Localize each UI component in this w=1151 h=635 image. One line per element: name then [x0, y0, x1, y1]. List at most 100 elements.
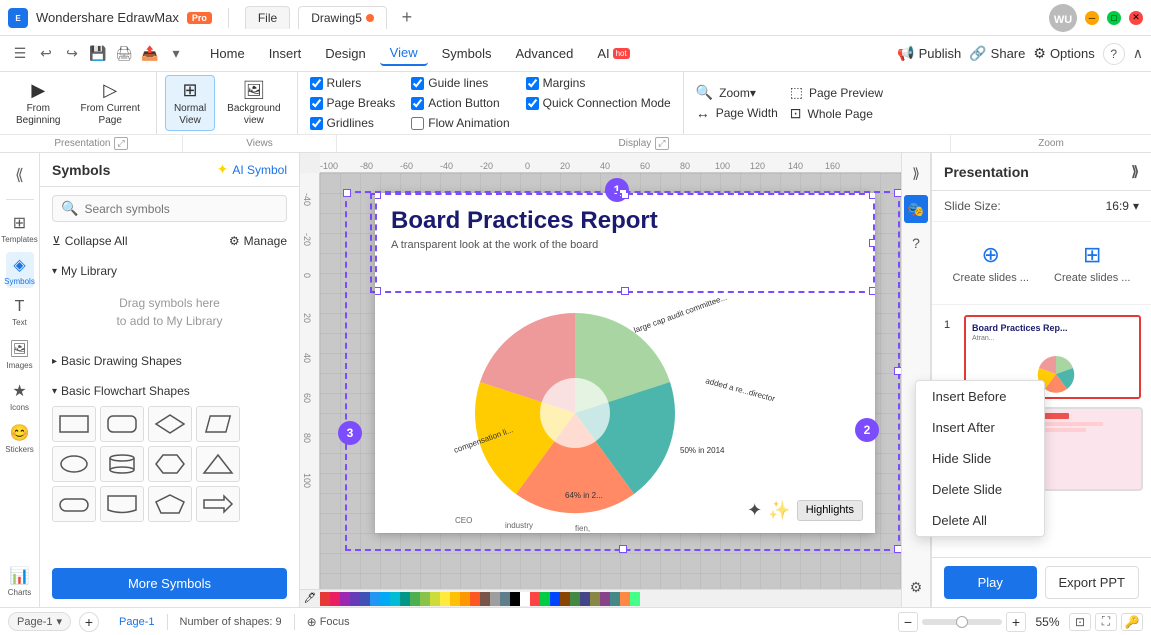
key-icon-btn[interactable]: 🔑 [1121, 613, 1143, 631]
color-swatch[interactable] [550, 592, 560, 606]
color-swatch[interactable] [500, 592, 510, 606]
color-swatch[interactable] [470, 592, 480, 606]
page-preview-btn[interactable]: ⬚ Page Preview [790, 84, 883, 101]
current-page-tab[interactable]: Page-1 [119, 616, 154, 628]
more-btn[interactable]: ▾ [164, 42, 188, 66]
fullscreen-btn[interactable]: ⛶ [1095, 613, 1117, 631]
color-swatch[interactable] [430, 592, 440, 606]
color-swatch[interactable] [630, 592, 640, 606]
question-btn[interactable]: ? [904, 229, 928, 257]
shape-diamond[interactable] [148, 406, 192, 442]
shape-arrow-right[interactable] [196, 486, 240, 522]
flow-animation-checkbox[interactable]: Flow Animation [411, 116, 509, 130]
color-swatch[interactable] [370, 592, 380, 606]
zoom-minus-btn[interactable]: − [898, 612, 918, 632]
color-swatch[interactable] [420, 592, 430, 606]
drawing-tab[interactable]: Drawing5 [298, 6, 387, 29]
color-swatch[interactable] [460, 592, 470, 606]
export-ppt-btn[interactable]: Export PPT [1045, 566, 1140, 599]
page-breaks-checkbox[interactable]: Page Breaks [310, 96, 396, 110]
print-btn[interactable]: 🖨 [112, 42, 136, 66]
margins-input[interactable] [526, 77, 539, 90]
display-expand[interactable]: ⤢ [655, 137, 668, 150]
shape-doc[interactable] [100, 486, 144, 522]
collapse-sidebar-btn[interactable]: ⟪ [6, 161, 34, 189]
menu-ai[interactable]: AI hot [587, 42, 639, 65]
color-swatch[interactable] [450, 592, 460, 606]
context-insert-after[interactable]: Insert After [932, 412, 1044, 443]
color-swatch[interactable] [410, 592, 420, 606]
shape-rounded-rect[interactable] [100, 406, 144, 442]
color-swatch[interactable] [480, 592, 490, 606]
ai-symbol-btn[interactable]: ✦ AI Symbol [217, 161, 287, 178]
redo-btn[interactable]: ↪ [60, 42, 84, 66]
menu-design[interactable]: Design [315, 42, 375, 65]
shape-cylinder[interactable] [100, 446, 144, 482]
shape-oval[interactable] [52, 446, 96, 482]
charts-icon-btn[interactable]: 📊 Charts [6, 563, 34, 599]
zoom-btn[interactable]: 🔍 Zoom▾ [696, 84, 778, 101]
color-swatch[interactable] [620, 592, 630, 606]
share-btn[interactable]: 🔗 Share [969, 45, 1025, 62]
quick-conn-input[interactable] [526, 97, 539, 110]
add-page-btn[interactable]: + [79, 612, 99, 632]
options-btn[interactable]: ⚙ Options [1033, 45, 1094, 62]
more-symbols-btn[interactable]: More Symbols [52, 568, 287, 599]
symbols-icon-btn[interactable]: ◈ Symbols [6, 252, 34, 288]
collapse-all-btn[interactable]: ⊻ Collapse All [52, 234, 128, 248]
menu-insert[interactable]: Insert [259, 42, 312, 65]
fit-page-btn[interactable]: ⊡ [1069, 613, 1091, 631]
expand-menu-btn[interactable]: ∧ [1133, 45, 1143, 62]
right-panel-expand[interactable]: ⟫ [1131, 163, 1139, 180]
guidelines-input[interactable] [411, 77, 424, 90]
templates-icon-btn[interactable]: ⊞ Templates [6, 210, 34, 246]
menu-advanced[interactable]: Advanced [505, 42, 583, 65]
basic-drawing-header[interactable]: ▸ Basic Drawing Shapes [40, 350, 299, 372]
color-swatch[interactable] [610, 592, 620, 606]
guidelines-checkbox[interactable]: Guide lines [411, 76, 509, 90]
context-insert-before[interactable]: Insert Before [932, 381, 1044, 412]
text-icon-btn[interactable]: T Text [6, 294, 34, 330]
context-hide-slide[interactable]: Hide Slide [932, 443, 1044, 474]
color-swatch[interactable] [570, 592, 580, 606]
color-swatch[interactable] [490, 592, 500, 606]
settings-gear-btn[interactable]: ⚙ [904, 575, 928, 599]
whole-page-btn[interactable]: ⊡ Whole Page [790, 105, 883, 122]
page-selector[interactable]: Page-1 ▾ [8, 612, 71, 631]
menu-home[interactable]: Home [200, 42, 255, 65]
create-slides-btn-2[interactable]: ⊞ Create slides ... [1046, 234, 1140, 292]
from-beginning-btn[interactable]: ▶ FromBeginning [8, 75, 68, 131]
collapse-menu-btn[interactable]: ☰ [8, 42, 32, 66]
icons-icon-btn[interactable]: ★ Icons [6, 378, 34, 414]
search-input[interactable] [84, 202, 278, 216]
basic-flowchart-header[interactable]: ▾ Basic Flowchart Shapes [40, 380, 299, 402]
color-swatch[interactable] [340, 592, 350, 606]
color-swatch[interactable] [390, 592, 400, 606]
manage-btn[interactable]: ⚙ Manage [229, 234, 287, 248]
color-swatch[interactable] [330, 592, 340, 606]
gridlines-input[interactable] [310, 117, 323, 130]
color-swatch[interactable] [380, 592, 390, 606]
color-swatch[interactable] [530, 592, 540, 606]
action-btn-input[interactable] [411, 97, 424, 110]
color-swatch[interactable] [520, 592, 530, 606]
action-button-checkbox[interactable]: Action Button [411, 96, 509, 110]
publish-btn[interactable]: 📢 Publish [897, 45, 961, 62]
create-slides-btn-1[interactable]: ⊕ Create slides ... [944, 234, 1038, 292]
undo-btn[interactable]: ↩ [34, 42, 58, 66]
images-icon-btn[interactable]: 🖼 Images [6, 336, 34, 372]
color-swatch[interactable] [510, 592, 520, 606]
background-view-btn[interactable]: 🖼 Backgroundview [219, 75, 288, 131]
my-library-header[interactable]: ▾ My Library [40, 260, 299, 282]
highlights-btn[interactable]: Highlights [797, 500, 863, 521]
color-swatch[interactable] [580, 592, 590, 606]
help-btn[interactable]: ? [1103, 43, 1125, 65]
color-picker-icon[interactable]: 🖊 [300, 592, 320, 606]
minimize-btn[interactable]: ─ [1085, 11, 1099, 25]
context-delete-all[interactable]: Delete All [932, 505, 1044, 536]
shape-parallelogram[interactable] [196, 406, 240, 442]
close-btn[interactable]: ✕ [1129, 11, 1143, 25]
color-swatch[interactable] [560, 592, 570, 606]
normal-view-btn[interactable]: ⊞ NormalView [165, 75, 215, 131]
color-swatch[interactable] [540, 592, 550, 606]
